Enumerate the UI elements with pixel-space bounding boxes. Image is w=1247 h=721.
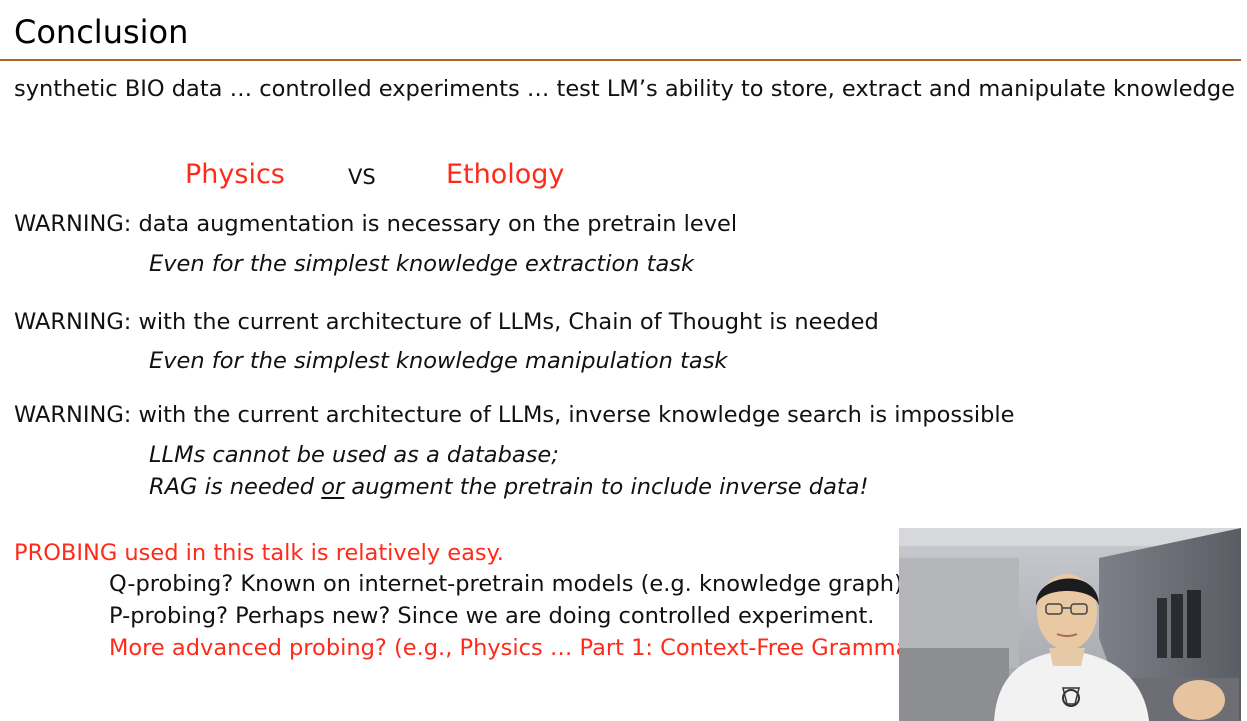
- title-divider: [0, 59, 1241, 61]
- presenter-webcam: [899, 528, 1241, 721]
- slide-title: Conclusion: [14, 13, 189, 51]
- warning-2-note: Even for the simplest knowledge manipula…: [149, 348, 728, 374]
- slide: Conclusion synthetic BIO data … controll…: [0, 0, 1247, 721]
- warning-3-note-2-or: or: [321, 474, 345, 500]
- warning-3-note-2: RAG is needed or augment the pretrain to…: [149, 472, 868, 502]
- warning-2: WARNING: with the current architecture o…: [14, 309, 879, 335]
- contrast-vs: VS: [348, 165, 376, 189]
- warning-3-note-2-pre: RAG is needed: [149, 474, 322, 500]
- warning-3: WARNING: with the current architecture o…: [14, 402, 1015, 428]
- probing-q: Q-probing? Known on internet-pretrain mo…: [109, 571, 903, 597]
- warning-3-note-1: LLMs cannot be used as a database;: [149, 442, 559, 468]
- presenter-video-frame: [899, 528, 1241, 721]
- intro-line: synthetic BIO data … controlled experime…: [14, 76, 1235, 102]
- warning-1: WARNING: data augmentation is necessary …: [14, 211, 738, 237]
- probing-p: P-probing? Perhaps new? Since we are doi…: [109, 603, 875, 629]
- contrast-physics: Physics: [185, 159, 285, 190]
- warning-3-note-2-post: augment the pretrain to include inverse …: [344, 474, 869, 500]
- probing-headline: PROBING used in this talk is relatively …: [14, 540, 504, 566]
- probing-advanced: More advanced probing? (e.g., Physics … …: [109, 635, 928, 661]
- contrast-ethology: Ethology: [446, 159, 565, 190]
- warning-1-note: Even for the simplest knowledge extracti…: [149, 251, 695, 277]
